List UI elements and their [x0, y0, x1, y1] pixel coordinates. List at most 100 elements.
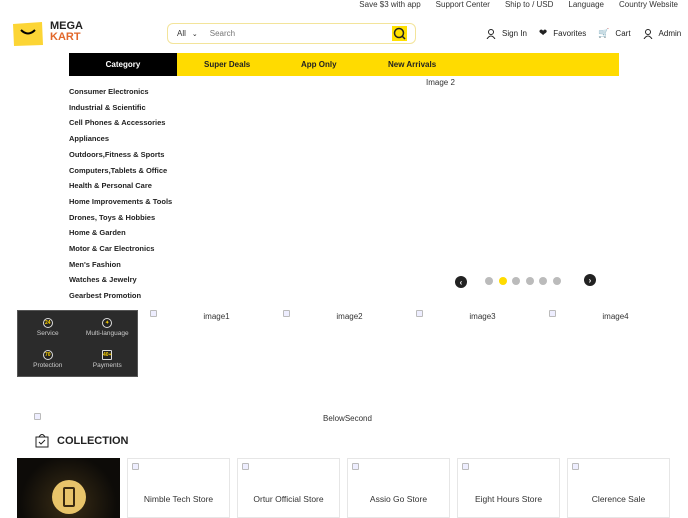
nav-category[interactable]: Category: [69, 53, 177, 76]
search-input[interactable]: [209, 29, 380, 38]
category-item[interactable]: Cell Phones & Accessories: [69, 115, 172, 131]
feature-multilanguage: ✦ Multi-language: [78, 311, 138, 344]
store-name: Ortur Official Store: [253, 494, 324, 504]
top-link-country[interactable]: Country Website: [619, 0, 678, 12]
phone-icon: [52, 480, 86, 514]
user-icon: [486, 28, 496, 39]
carousel-dot[interactable]: [498, 277, 507, 285]
carousel-dot[interactable]: [539, 277, 547, 285]
promo-image[interactable]: image4: [549, 310, 682, 321]
feature-label: Multi-language: [85, 329, 129, 337]
nav-super-deals[interactable]: Super Deals: [204, 60, 250, 69]
broken-image-icon: [572, 463, 579, 470]
category-list: Consumer Electronics Industrial & Scient…: [69, 84, 172, 304]
main-nav: Category Super Deals App Only New Arriva…: [69, 53, 619, 76]
logo[interactable]: MEGA KART: [12, 20, 92, 48]
shield-icon: 70: [42, 350, 53, 361]
sign-in-button[interactable]: Sign In: [486, 28, 527, 39]
collection-banner[interactable]: [17, 458, 120, 518]
user-icon: [643, 28, 652, 39]
cart-label: Cart: [615, 29, 631, 38]
clock-24-icon: 24: [42, 317, 53, 328]
banner-image[interactable]: Image 2: [426, 78, 455, 87]
collection-heading: COLLECTION: [35, 433, 129, 448]
promo-alt: image1: [203, 312, 230, 321]
store-card[interactable]: Nimble Tech Store: [127, 458, 230, 518]
nav-app-only[interactable]: App Only: [301, 60, 337, 69]
promo-image[interactable]: image3: [416, 310, 549, 321]
nav-new-arrivals[interactable]: New Arrivals: [388, 60, 436, 69]
globe-icon: ✦: [102, 317, 113, 328]
below-second-image[interactable]: BelowSecond: [300, 414, 395, 423]
store-name: Nimble Tech Store: [143, 494, 214, 504]
top-link-support[interactable]: Support Center: [436, 0, 490, 12]
chevron-down-icon[interactable]: ⌄: [192, 30, 198, 38]
category-item[interactable]: Industrial & Scientific: [69, 100, 172, 116]
admin-button[interactable]: Admin: [643, 28, 682, 39]
store-card[interactable]: Eight Hours Store: [457, 458, 560, 518]
feature-service: 24 Service: [18, 311, 78, 344]
sign-in-label: Sign In: [502, 29, 527, 38]
search-bar: All ⌄: [167, 23, 416, 44]
promo-alt: image4: [602, 312, 629, 321]
category-item[interactable]: Consumer Electronics: [69, 84, 172, 100]
category-item[interactable]: Health & Personal Care: [69, 178, 172, 194]
carousel-dot[interactable]: [485, 277, 493, 285]
category-item[interactable]: Home & Garden: [69, 225, 172, 241]
search-button[interactable]: [392, 26, 407, 41]
carousel-dot[interactable]: [525, 277, 534, 285]
feature-protection: 70 Protection: [18, 344, 78, 377]
carousel-prev-icon[interactable]: ‹: [455, 276, 467, 288]
broken-image-icon: [352, 463, 359, 470]
promo-alt: image3: [469, 312, 496, 321]
feature-label: Protection: [33, 362, 63, 370]
top-link-ship[interactable]: Ship to / USD: [505, 0, 553, 12]
collection-title: COLLECTION: [57, 434, 129, 447]
store-card[interactable]: Ortur Official Store: [237, 458, 340, 518]
bag-logo-icon: [13, 22, 43, 46]
store-name: Assio Go Store: [369, 494, 428, 504]
feature-label: Service: [36, 329, 59, 337]
store-card[interactable]: Assio Go Store: [347, 458, 450, 518]
heart-icon: ❤: [538, 28, 548, 39]
category-item[interactable]: Computers,Tablets & Office: [69, 163, 172, 179]
carousel-dot[interactable]: [512, 277, 520, 285]
features-panel: 24 Service ✦ Multi-language 70 Protection 4…: [17, 310, 138, 377]
header-actions: Sign In ❤ Favorites 🛒 Cart Admin: [486, 28, 681, 39]
search-icon: [393, 27, 406, 40]
logo-kart: KART: [50, 31, 81, 43]
cart-icon: 🛒: [598, 28, 610, 38]
admin-label: Admin: [658, 29, 682, 38]
category-item[interactable]: Motor & Car Electronics: [69, 241, 172, 257]
store-name: Eight Hours Store: [474, 494, 543, 504]
carousel-next-icon[interactable]: ›: [584, 274, 596, 286]
broken-image-icon: [242, 463, 249, 470]
category-item[interactable]: Drones, Toys & Hobbies: [69, 210, 172, 226]
category-item[interactable]: Appliances: [69, 131, 172, 147]
card-icon: 40+: [102, 350, 113, 361]
broken-image-icon: [132, 463, 139, 470]
top-links: Save $3 with app Support Center Ship to …: [359, 0, 678, 12]
category-item[interactable]: Watches & Jewelry: [69, 272, 172, 288]
category-item[interactable]: Gearbest Promotion: [69, 288, 172, 304]
search-scope[interactable]: All: [177, 29, 186, 38]
category-item[interactable]: Outdoors,Fitness & Sports: [69, 147, 172, 163]
favorites-button[interactable]: ❤ Favorites: [539, 28, 586, 39]
store-card[interactable]: Clerence Sale: [567, 458, 670, 518]
promo-image[interactable]: image1: [150, 310, 283, 321]
shopping-bag-icon: [35, 434, 49, 448]
feature-label: Payments: [92, 362, 122, 370]
category-item[interactable]: Men's Fashion: [69, 257, 172, 273]
broken-image-icon: [462, 463, 469, 470]
top-link-language[interactable]: Language: [568, 0, 604, 12]
category-item[interactable]: Home Improvements & Tools: [69, 194, 172, 210]
cart-button[interactable]: 🛒 Cart: [598, 28, 630, 39]
logo-text: MEGA KART: [50, 21, 83, 43]
top-link-app[interactable]: Save $3 with app: [359, 0, 420, 12]
feature-payments: 40+ Payments: [78, 344, 138, 377]
promo-alt: image2: [336, 312, 363, 321]
carousel-dot[interactable]: [552, 277, 561, 285]
broken-image-icon: [34, 413, 41, 420]
favorites-label: Favorites: [553, 29, 587, 38]
promo-image[interactable]: image2: [283, 310, 416, 321]
